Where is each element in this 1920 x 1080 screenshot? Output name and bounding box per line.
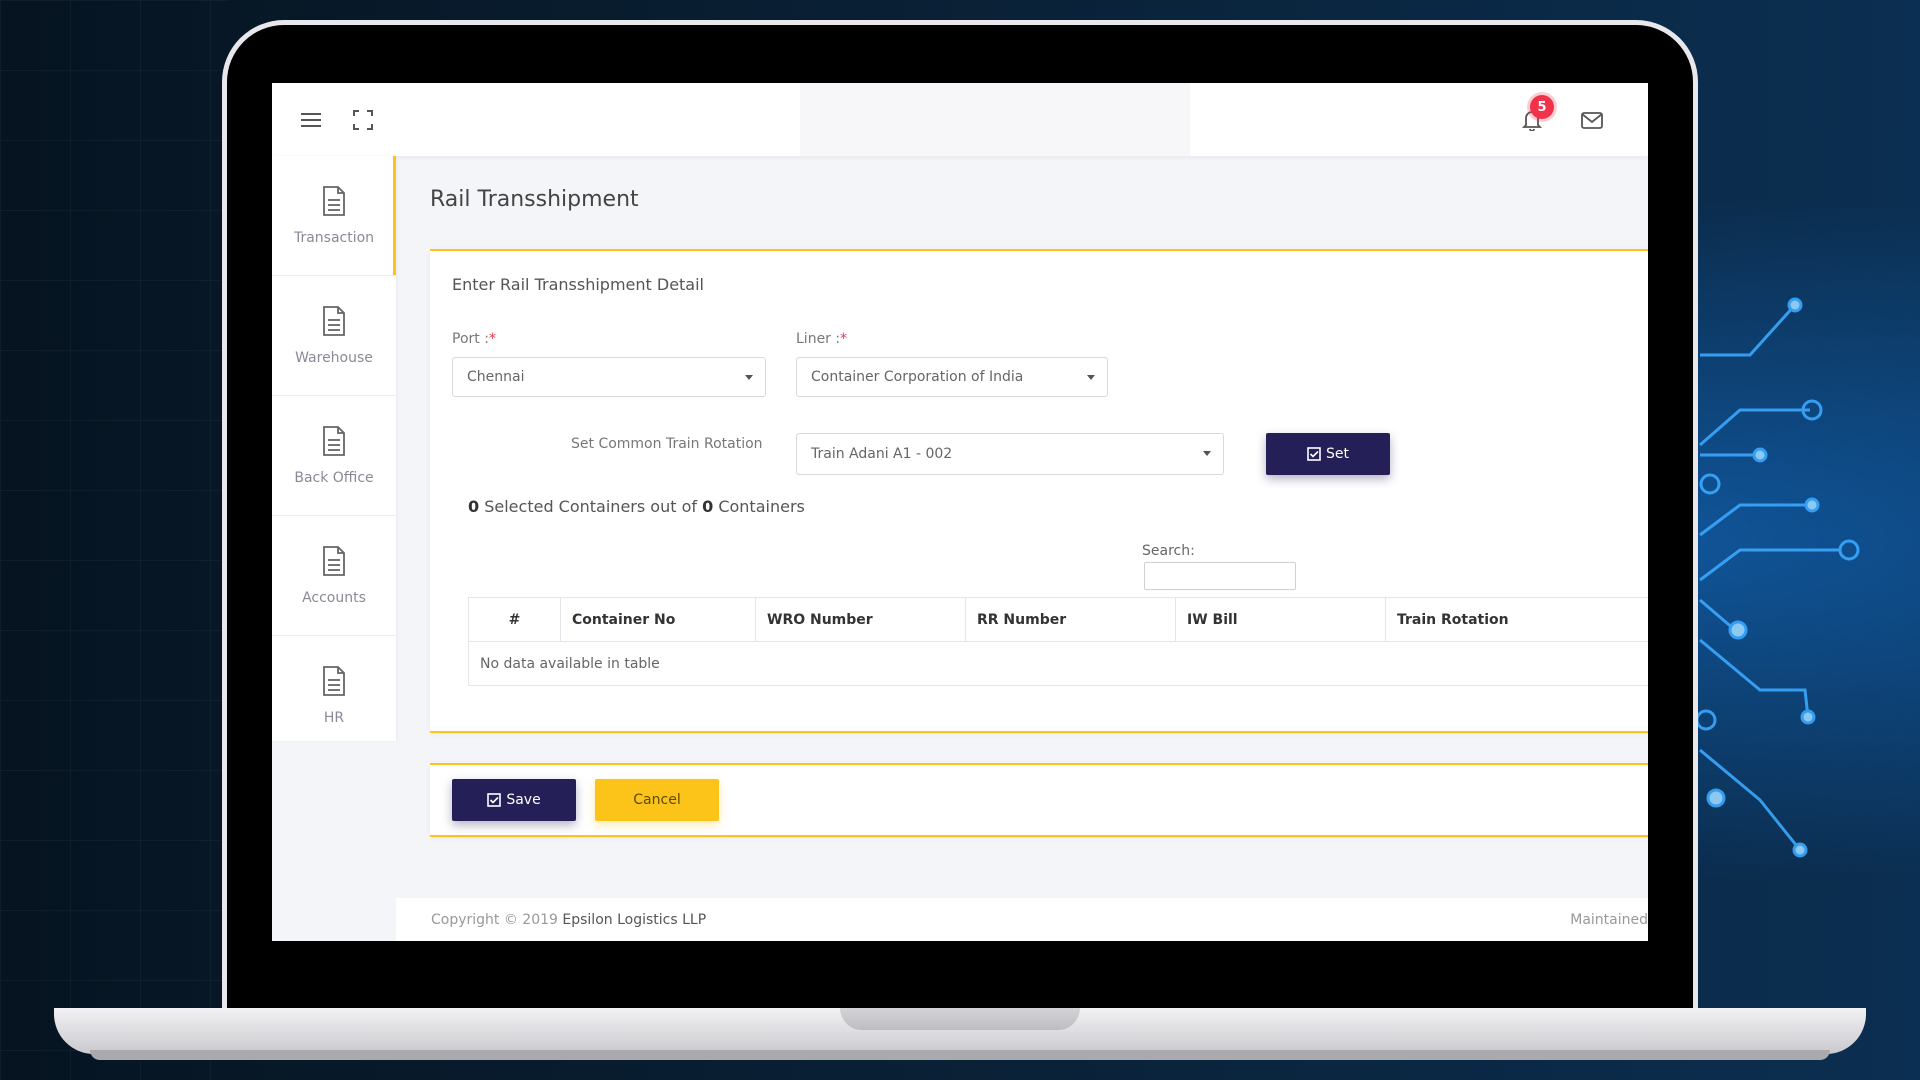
form-title: Enter Rail Transshipment Detail [452, 275, 704, 294]
background-pattern [0, 0, 230, 1080]
column-header-wro-number[interactable]: WRO Number [755, 597, 966, 642]
sidebar-item-label: Accounts [302, 589, 366, 606]
search-label: Search: [1142, 543, 1195, 559]
sidebar-item-hr[interactable]: HR [272, 636, 396, 756]
sidebar-item-label: Warehouse [295, 349, 373, 366]
laptop-notch [840, 1008, 1080, 1030]
caret-down-icon [1203, 451, 1211, 456]
maintained-text: Maintained [1570, 912, 1648, 928]
caret-down-icon [1087, 375, 1095, 380]
sidebar-item-label: Back Office [294, 469, 374, 486]
save-button[interactable]: Save [452, 779, 576, 821]
footer: Copyright © 2019 Epsilon Logistics LLP M… [396, 898, 1648, 941]
set-button[interactable]: Set [1266, 433, 1390, 475]
containers-table: # Container No WRO Number RR Number IW B… [468, 597, 1648, 686]
table-row: No data available in table [468, 641, 1648, 686]
liner-select[interactable]: Container Corporation of India [796, 357, 1108, 397]
caret-down-icon [745, 375, 753, 380]
app-screen: 5 Transaction Warehouse Back Office Acco… [272, 83, 1648, 941]
column-header-index[interactable]: # [468, 597, 561, 642]
train-rotation-select[interactable]: Train Adani A1 - 002 [796, 433, 1224, 475]
fullscreen-icon[interactable] [352, 109, 374, 131]
mail-icon[interactable] [1580, 109, 1604, 131]
sidebar-item-label: HR [323, 710, 345, 726]
liner-label: Liner :* [796, 331, 848, 347]
laptop-base-edge [90, 1050, 1830, 1060]
column-header-rr-number[interactable]: RR Number [965, 597, 1176, 642]
top-navbar: 5 [272, 83, 1648, 156]
rail-transshipment-form: Enter Rail Transshipment Detail Port :* … [430, 249, 1648, 733]
document-icon [323, 545, 345, 576]
form-actions: Save Cancel [430, 763, 1648, 837]
table-header-row: # Container No WRO Number RR Number IW B… [468, 597, 1648, 642]
page-title: Rail Transshipment [430, 187, 639, 212]
selection-summary: 0 Selected Containers out of 0 Container… [468, 497, 805, 516]
sidebar: Transaction Warehouse Back Office Accoun… [272, 156, 396, 741]
checkbox-icon [487, 793, 502, 807]
sidebar-item-warehouse[interactable]: Warehouse [272, 276, 396, 396]
notification-badge: 5 [1530, 95, 1554, 119]
document-icon [323, 185, 345, 216]
menu-icon[interactable] [300, 109, 322, 131]
sidebar-item-transaction[interactable]: Transaction [272, 156, 396, 276]
copyright-text: Copyright © 2019 Epsilon Logistics LLP [431, 912, 707, 928]
port-select[interactable]: Chennai [452, 357, 766, 397]
company-link[interactable]: Epsilon Logistics LLP [562, 912, 706, 928]
column-header-container-no[interactable]: Container No [560, 597, 756, 642]
checkbox-icon [1307, 447, 1321, 461]
document-icon [323, 425, 345, 456]
port-label: Port :* [452, 331, 496, 347]
sidebar-item-accounts[interactable]: Accounts [272, 516, 396, 636]
cancel-button[interactable]: Cancel [595, 779, 719, 821]
column-header-train-rotation[interactable]: Train Rotation [1385, 597, 1648, 642]
document-icon [323, 305, 345, 336]
search-input[interactable] [1144, 562, 1296, 590]
sidebar-item-label: Transaction [293, 229, 375, 246]
sidebar-item-back-office[interactable]: Back Office [272, 396, 396, 516]
empty-table-message: No data available in table [468, 641, 1648, 686]
column-header-iw-bill[interactable]: IW Bill [1175, 597, 1386, 642]
train-rotation-label: Set Common Train Rotation [571, 436, 763, 452]
document-icon [323, 666, 345, 696]
